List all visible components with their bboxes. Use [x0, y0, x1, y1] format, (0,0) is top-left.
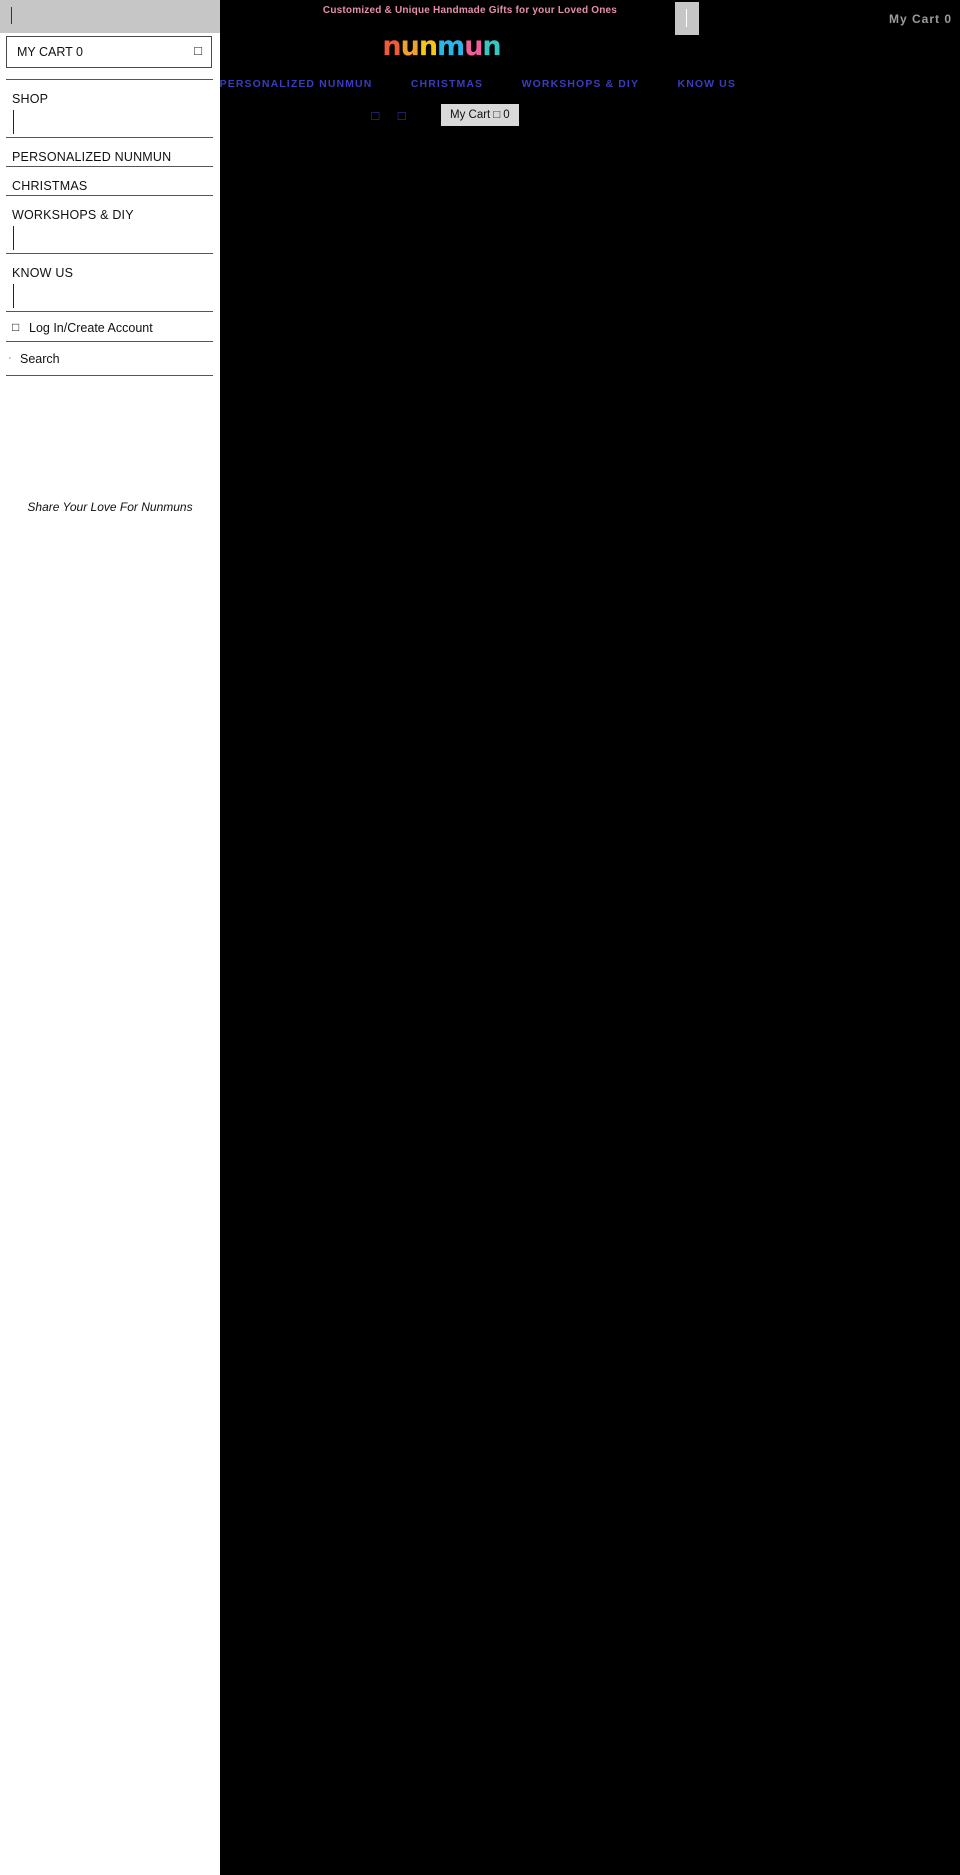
sidebar-item-label: PERSONALIZED NUNMUN — [12, 150, 172, 164]
nav-item-know-us[interactable]: KNOW US — [678, 78, 736, 90]
nav-item-christmas[interactable]: CHRISTMAS — [411, 78, 483, 90]
submenu-stem-icon — [13, 110, 14, 134]
caret-icon — [686, 9, 687, 27]
search-row[interactable]: · Search — [6, 341, 213, 376]
drawer-cart-label: MY CART 0 — [17, 45, 83, 59]
submenu-stem-icon — [13, 284, 14, 308]
sidebar-item-workshops-diy[interactable]: WORKSHOPS & DIY — [6, 195, 213, 253]
login-create-account-row[interactable]: □ Log In/Create Account — [6, 311, 213, 341]
sidebar-item-label: KNOW US — [12, 266, 74, 280]
logo-letter-2: u — [400, 31, 420, 62]
submenu-stem-icon — [13, 226, 14, 250]
user-icon[interactable]: □ — [371, 108, 379, 123]
shopping-bag-icon: □ — [194, 43, 202, 58]
sidebar-item-label: WORKSHOPS & DIY — [12, 208, 134, 222]
sidebar-item-know-us[interactable]: KNOW US — [6, 253, 213, 311]
my-cart-label: My Cart — [450, 109, 491, 121]
drawer-tagline: Share Your Love For Nunmuns — [27, 500, 193, 514]
sidebar-item-label: SHOP — [12, 92, 49, 106]
search-icon[interactable]: □ — [398, 108, 406, 123]
user-icon: □ — [12, 320, 20, 334]
caret-icon — [11, 7, 12, 24]
sidebar-item-label: CHRISTMAS — [12, 179, 88, 193]
sidebar-item-personalized-nunmun[interactable]: PERSONALIZED NUNMUN — [6, 137, 213, 166]
sidebar-item-shop[interactable]: SHOP — [6, 79, 213, 137]
logo-letter-4: m — [437, 31, 465, 62]
nav-item-personalized-nunmun[interactable]: PERSONALIZED NUNMUN — [220, 78, 373, 90]
mobile-menu-drawer: MY CART 0 □ SHOP PERSONALIZED NUNMUN CHR… — [0, 0, 220, 1875]
login-create-account-label: Log In/Create Account — [29, 321, 153, 335]
drawer-header — [0, 0, 220, 33]
announcement-text: Customized & Unique Handmade Gifts for y… — [322, 5, 618, 16]
drawer-menu-list: SHOP PERSONALIZED NUNMUN CHRISTMAS WORKS… — [6, 79, 213, 376]
logo-letter-5: u — [464, 31, 483, 62]
drawer-cart-button[interactable]: MY CART 0 □ — [6, 36, 212, 68]
my-cart-count: 0 — [503, 109, 510, 121]
logo-letter-3: n — [418, 31, 438, 62]
logo-letter-6: n — [482, 31, 501, 62]
search-icon: · — [8, 352, 12, 364]
shopping-bag-icon: □ — [493, 109, 501, 121]
logo-letter-1: n — [382, 31, 401, 62]
nav-item-workshops-diy[interactable]: WORKSHOPS & DIY — [522, 78, 639, 90]
sidebar-item-christmas[interactable]: CHRISTMAS — [6, 166, 213, 195]
search-input[interactable]: Search — [20, 352, 60, 366]
text-cursor-box — [675, 2, 699, 35]
header-cart-label[interactable]: My Cart 0 — [889, 12, 952, 26]
my-cart-button[interactable]: My Cart □ 0 — [441, 104, 519, 126]
